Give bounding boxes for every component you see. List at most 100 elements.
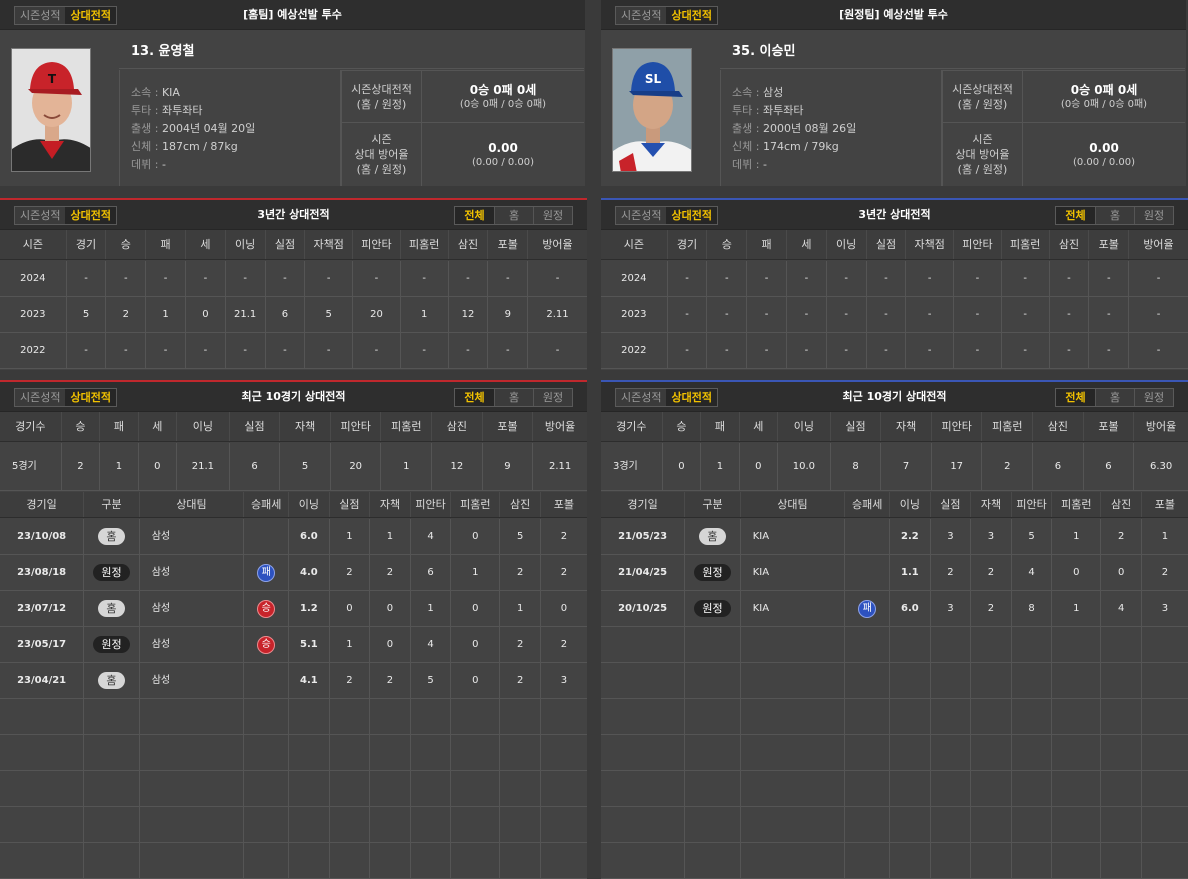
home-game-log-cell bbox=[409, 735, 451, 770]
home-game-log-cell: 2 bbox=[539, 627, 587, 662]
home-game-log-cell bbox=[288, 843, 329, 878]
away-game-log-row[interactable]: 21/04/25 원정 KIA 1.1 2 2 4 0 0 2 bbox=[601, 555, 1188, 591]
toggle-head-to-head[interactable]: 상대전적 bbox=[666, 7, 717, 24]
home-game-log-cell bbox=[0, 699, 83, 734]
away-game-log-cell bbox=[684, 807, 739, 842]
away-game-log-row[interactable]: 21/05/23 홈 KIA 2.2 3 3 5 1 2 1 bbox=[601, 519, 1188, 555]
away-game-log-cell: 패 bbox=[844, 591, 889, 626]
away-game-log-cell: 3 bbox=[970, 519, 1011, 554]
filter-home-button[interactable]: 홈 bbox=[1095, 389, 1134, 406]
home-recent-summary-cell: 2.11 bbox=[532, 443, 587, 490]
toggle-head-to-head[interactable]: 상대전적 bbox=[65, 207, 116, 224]
home-game-log-cell bbox=[499, 699, 540, 734]
toggle-season-record[interactable]: 시즌성적 bbox=[616, 389, 666, 406]
away-game-log-cell: 0 bbox=[1100, 555, 1141, 590]
home-info-label: 소속 : bbox=[131, 86, 162, 99]
venue-filter: 전체 홈 원정 bbox=[1055, 206, 1174, 225]
home-game-log-cell: 원정 bbox=[83, 555, 138, 590]
away-three-year-cell: - bbox=[666, 333, 707, 368]
home-game-log-row[interactable]: 23/04/21 홈 삼성 4.1 2 2 5 0 2 3 bbox=[0, 663, 587, 699]
filter-all-button[interactable]: 전체 bbox=[455, 207, 494, 224]
home-game-log-cell bbox=[369, 735, 410, 770]
home-game-log-cell bbox=[243, 663, 288, 698]
away-game-log-cell bbox=[684, 843, 739, 878]
away-three-year-cell: - bbox=[1000, 261, 1049, 296]
away-three-year-cell: - bbox=[1088, 297, 1128, 332]
filter-all-button[interactable]: 전체 bbox=[455, 389, 494, 406]
away-game-log-cell bbox=[684, 627, 739, 662]
away-game-log-cell: 2 bbox=[1100, 519, 1141, 554]
toggle-season-record[interactable]: 시즌성적 bbox=[616, 7, 666, 24]
home-game-log-cell bbox=[243, 699, 288, 734]
away-three-year-cell: 2023 bbox=[621, 309, 647, 320]
toggle-head-to-head[interactable]: 상대전적 bbox=[65, 389, 116, 406]
toggle-head-to-head[interactable]: 상대전적 bbox=[666, 207, 717, 224]
home-game-log-cell: 삼성 bbox=[138, 591, 244, 626]
away-three-year-colheader: 실점 bbox=[865, 230, 906, 259]
home-game-log-cell: 0 bbox=[328, 591, 370, 626]
home-game-log-cell: 1 bbox=[328, 627, 370, 662]
away-recent-panel: 시즌성적 상대전적 최근 10경기 상대전적 전체 홈 원정 경기수 승 패 세 이닝 실점 자책 피안타… bbox=[601, 380, 1188, 879]
toggle-head-to-head[interactable]: 상대전적 bbox=[65, 7, 116, 24]
toggle-season-record[interactable]: 시즌성적 bbox=[616, 207, 666, 224]
away-game-log-cell bbox=[929, 663, 971, 698]
filter-home-button[interactable]: 홈 bbox=[1095, 207, 1134, 224]
home-info-value: KIA bbox=[161, 86, 180, 99]
home-game-log-row[interactable]: 23/08/18 원정 삼성 패 4.0 2 2 6 1 2 2 bbox=[0, 555, 587, 591]
away-game-log-cell bbox=[844, 807, 889, 842]
home-game-log-row[interactable]: 23/10/08 홈 삼성 6.0 1 1 4 0 5 2 bbox=[0, 519, 587, 555]
home-three-year-cell: 6 bbox=[264, 297, 305, 332]
away-game-log-row[interactable]: 20/10/25 원정 KIA 패 6.0 3 2 8 1 4 3 bbox=[601, 591, 1188, 627]
home-game-log-cell: 5.1 bbox=[288, 627, 329, 662]
away-game-log-row bbox=[601, 663, 1188, 699]
home-game-log-cell bbox=[288, 699, 329, 734]
toggle-head-to-head[interactable]: 상대전적 bbox=[666, 389, 717, 406]
toggle-season-record[interactable]: 시즌성적 bbox=[15, 389, 65, 406]
away-game-log-cell bbox=[1140, 843, 1188, 878]
filter-away-button[interactable]: 원정 bbox=[1134, 389, 1173, 406]
away-game-log-cell: 2 bbox=[929, 555, 971, 590]
home-three-year-cell: - bbox=[224, 261, 265, 296]
filter-all-button[interactable]: 전체 bbox=[1056, 389, 1095, 406]
home-three-year-cell: - bbox=[399, 261, 448, 296]
home-game-log-row[interactable]: 23/05/17 원정 삼성 승 5.1 1 0 4 0 2 2 bbox=[0, 627, 587, 663]
home-game-log-cell bbox=[138, 771, 244, 806]
home-info-row: 소속 : KIA bbox=[131, 84, 340, 102]
home-season-record-label: 시즌상대전적 (홈 / 원정) bbox=[341, 70, 421, 122]
home-game-log-cell: 2 bbox=[369, 663, 410, 698]
away-game-log-colheader: 삼진 bbox=[1100, 492, 1141, 517]
home-game-log-cell: 승 bbox=[243, 627, 288, 662]
away-recent-summary-colheader: 승 bbox=[661, 412, 700, 441]
home-player-photo: T bbox=[11, 48, 91, 172]
toggle-season-record[interactable]: 시즌성적 bbox=[15, 207, 65, 224]
home-three-year-cell: 2022 bbox=[20, 345, 46, 356]
home-game-log-cell: 0 bbox=[369, 591, 410, 626]
toggle-season-record[interactable]: 시즌성적 bbox=[15, 7, 65, 24]
away-game-log-colheader: 승패세 bbox=[844, 492, 889, 517]
away-game-log-colheader: 구분 bbox=[684, 492, 739, 517]
home-three-year-row: 2022- - - - - - - - - - - - bbox=[0, 333, 587, 369]
filter-away-button[interactable]: 원정 bbox=[533, 389, 572, 406]
filter-home-button[interactable]: 홈 bbox=[494, 207, 533, 224]
home-three-year-colheader: 승 bbox=[105, 230, 145, 259]
player-portrait-image: SL bbox=[613, 49, 691, 171]
away-game-log-cell: 3 bbox=[929, 519, 971, 554]
away-game-log-cell bbox=[1010, 735, 1052, 770]
home-recent-summary-row: 5경기 2 1 0 21.1 6 5 20 1 12 9 2.11 bbox=[0, 443, 587, 491]
home-three-year-panel: 시즌성적 상대전적 3년간 상대전적 전체 홈 원정 시즌 경기 승 패 세 이닝 실점 자책점 피안타 피홈… bbox=[0, 198, 587, 370]
filter-away-button[interactable]: 원정 bbox=[1134, 207, 1173, 224]
home-three-year-cell: 1 bbox=[145, 297, 185, 332]
away-recent-summary-colheader: 패 bbox=[700, 412, 738, 441]
away-game-log-cell bbox=[844, 735, 889, 770]
filter-all-button[interactable]: 전체 bbox=[1056, 207, 1095, 224]
away-three-year-colheader: 삼진 bbox=[1048, 230, 1089, 259]
home-game-log-row[interactable]: 23/07/12 홈 삼성 승 1.2 0 0 1 0 1 0 bbox=[0, 591, 587, 627]
away-season-era-value: 0.00 (0.00 / 0.00) bbox=[1022, 122, 1185, 186]
filter-away-button[interactable]: 원정 bbox=[533, 207, 572, 224]
filter-home-button[interactable]: 홈 bbox=[494, 389, 533, 406]
away-game-log-cell bbox=[1010, 699, 1052, 734]
home-season-record-value-text: (0승 0패 / 0승 0패) bbox=[459, 98, 547, 110]
home-season-record-label-text: (홈 / 원정) bbox=[356, 97, 407, 111]
home-game-log-cell bbox=[499, 843, 540, 878]
away-game-log-colheader: 실점 bbox=[929, 492, 971, 517]
